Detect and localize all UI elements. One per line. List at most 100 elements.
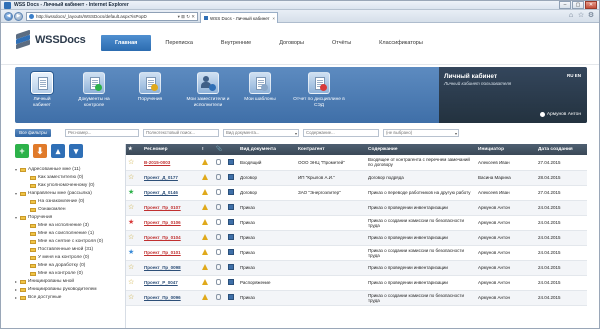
reg-number-link[interactable]: В-2015-0003: [144, 160, 170, 165]
tree-item[interactable]: Мне на снятие с контроля (0): [15, 238, 119, 246]
favorite-star-icon[interactable]: ★: [128, 219, 134, 226]
move-down-button[interactable]: ▾: [69, 144, 83, 158]
current-user[interactable]: Армунов Антон: [539, 112, 581, 117]
all-filters-button[interactable]: Все фильтры: [15, 128, 51, 137]
reg-number-cell[interactable]: Проект_Пр_0096: [142, 290, 200, 306]
maximize-button[interactable]: ▢: [572, 1, 584, 9]
back-button[interactable]: ◀: [4, 12, 13, 21]
reg-number-cell[interactable]: Проект_Р_0047: [142, 275, 200, 291]
favorite-star-icon[interactable]: ☆: [128, 279, 134, 286]
tree-item[interactable]: ▾ Направлены мне (рассылка): [15, 190, 119, 198]
tree-item[interactable]: Ознакомлен: [15, 206, 119, 214]
tab-close-icon[interactable]: ×: [272, 16, 275, 21]
tool-templates[interactable]: Мои шаблоны: [241, 72, 279, 103]
minimize-button[interactable]: –: [559, 1, 571, 9]
reg-number-cell[interactable]: Проект_Пр_0104: [142, 230, 200, 246]
reg-number-link[interactable]: Проект_Д_0177: [144, 175, 178, 180]
favorite-star-icon[interactable]: ☆: [128, 264, 134, 271]
star-cell[interactable]: ★: [126, 245, 142, 261]
favorites-icon[interactable]: ☆: [577, 12, 585, 20]
tree-item[interactable]: У меня на контроле (0): [15, 254, 119, 262]
table-row[interactable]: ☆ Проект_Пр_0096 Приказ Приказ о создании к…: [126, 290, 587, 306]
doctype-input[interactable]: [224, 129, 298, 136]
reg-number-input[interactable]: [66, 129, 138, 136]
star-cell[interactable]: ☆: [126, 275, 142, 291]
add-button[interactable]: +: [15, 144, 29, 158]
star-cell[interactable]: ☆: [126, 200, 142, 216]
reg-number-link[interactable]: Проект_Пр_0104: [144, 235, 181, 240]
reg-number-field[interactable]: [65, 128, 139, 137]
col-star[interactable]: ★: [126, 144, 142, 155]
col-author[interactable]: Инициатор: [476, 144, 536, 155]
url-input[interactable]: [36, 14, 176, 19]
star-cell[interactable]: ☆: [126, 170, 142, 186]
favorite-star-icon[interactable]: ★: [128, 249, 134, 256]
nav-classifiers[interactable]: Классификаторы: [365, 35, 437, 51]
tree-item[interactable]: ▸ Инициированы мной: [15, 278, 119, 286]
url-box[interactable]: ▾ ⊠ ↻ ✕: [26, 12, 198, 21]
nav-main[interactable]: Главная: [101, 35, 152, 51]
table-row[interactable]: ☆ Проект_Пр_0104 Приказ Приказ о проведении…: [126, 230, 587, 246]
content-field[interactable]: [303, 128, 379, 137]
star-cell[interactable]: ★: [126, 215, 142, 231]
close-button[interactable]: ✕: [585, 1, 597, 9]
tree-item[interactable]: Мне на соисполнение (1): [15, 230, 119, 238]
forward-button[interactable]: ▶: [14, 12, 23, 21]
col-priority[interactable]: !: [200, 144, 214, 155]
nav-reports[interactable]: Отчёты: [318, 35, 365, 51]
language-switch[interactable]: RU EN: [567, 73, 581, 78]
table-row[interactable]: ☆ Проект_Пр_0098 Приказ Приказ о проведении…: [126, 260, 587, 276]
table-row[interactable]: ★ Проект_Пр_0106 Приказ Приказ о создании к…: [126, 215, 587, 231]
star-cell[interactable]: ☆: [126, 290, 142, 306]
star-cell[interactable]: ☆: [126, 155, 142, 171]
col-reg-number[interactable]: Рег.номер: [142, 144, 200, 155]
tree-item[interactable]: Как заместителю (0): [15, 174, 119, 182]
favorite-star-icon[interactable]: ☆: [128, 174, 134, 181]
table-row[interactable]: ☆ В-2015-0003 Входящий ООО ЭНЦ "Прометей" Вх…: [126, 155, 587, 171]
tool-deputies[interactable]: Мои заместители и исполнители: [179, 72, 237, 108]
import-button[interactable]: ⬇: [33, 144, 47, 158]
nav-contracts[interactable]: Договоры: [265, 35, 318, 51]
reg-number-cell[interactable]: Проект_Д_0177: [142, 170, 200, 186]
status-select-value[interactable]: [384, 129, 458, 136]
nav-internal[interactable]: Внутренние: [207, 35, 265, 51]
reg-number-link[interactable]: Проект_Пр_0106: [144, 220, 181, 225]
tree-item[interactable]: На ознакомление (0): [15, 198, 119, 206]
tree-item[interactable]: Как уполномоченному (0): [15, 182, 119, 190]
reg-number-link[interactable]: Проект_Д_0146: [144, 190, 178, 195]
fulltext-search-field[interactable]: [143, 128, 219, 137]
tool-discipline-report[interactable]: Отчет по дисциплине в СЭД: [293, 72, 345, 108]
reg-number-cell[interactable]: В-2015-0003: [142, 155, 200, 171]
col-attachment[interactable]: 📎: [214, 144, 226, 155]
tool-dashboard[interactable]: Личный кабинет: [27, 72, 57, 108]
fulltext-search-input[interactable]: [144, 129, 218, 136]
col-content[interactable]: Содержание: [366, 144, 476, 155]
col-doc-type[interactable]: Вид документа: [238, 144, 296, 155]
star-cell[interactable]: ★: [126, 185, 142, 201]
table-row[interactable]: ★ Проект_Пр_0101 Приказ Приказ о создании к…: [126, 245, 587, 261]
doctype-field[interactable]: ▾: [223, 128, 299, 137]
content-input[interactable]: [304, 129, 378, 136]
table-row[interactable]: ☆ Проект_Р_0047 Распоряжение Приказ о прове…: [126, 275, 587, 291]
reg-number-cell[interactable]: Проект_Пр_0106: [142, 215, 200, 231]
tree-item[interactable]: Мне на контроле (0): [15, 270, 119, 278]
table-row[interactable]: ☆ Проект_Пр_0107 Приказ Приказ о проведении…: [126, 200, 587, 216]
table-row[interactable]: ☆ Проект_Д_0177 Договор ИП "Крылов А.И." Дог…: [126, 170, 587, 186]
favorite-star-icon[interactable]: ☆: [128, 159, 134, 166]
tree-item[interactable]: ▸ Все доступные: [15, 294, 119, 302]
reg-number-link[interactable]: Проект_Пр_0098: [144, 265, 181, 270]
move-up-button[interactable]: ▴: [51, 144, 65, 158]
tree-item[interactable]: Мне на исполнение (3): [15, 222, 119, 230]
nav-correspondence[interactable]: Переписка: [151, 35, 207, 51]
app-logo[interactable]: WSSDocs: [15, 29, 86, 50]
browser-tab[interactable]: WSS Docs - Личный кабинет ×: [200, 12, 278, 23]
star-cell[interactable]: ☆: [126, 230, 142, 246]
reg-number-cell[interactable]: Проект_Пр_0098: [142, 260, 200, 276]
favorite-star-icon[interactable]: ★: [128, 189, 134, 196]
favorite-star-icon[interactable]: ☆: [128, 294, 134, 301]
reg-number-link[interactable]: Проект_Пр_0101: [144, 250, 181, 255]
tool-controlled-docs[interactable]: Документы на контроле: [73, 72, 115, 108]
reg-number-link[interactable]: Проект_Р_0047: [144, 280, 178, 285]
home-icon[interactable]: ⌂: [567, 12, 575, 20]
tree-item[interactable]: ▾ Поручения: [15, 214, 119, 222]
